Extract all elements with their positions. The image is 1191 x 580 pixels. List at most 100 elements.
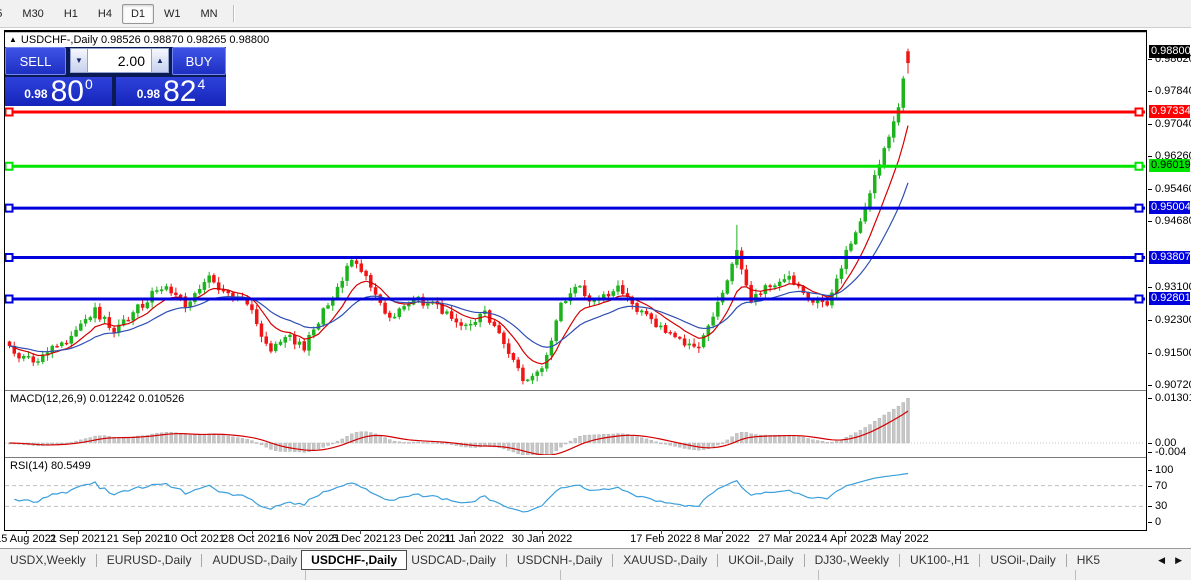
date-label: 14 Apr 2022	[815, 533, 874, 545]
date-label: 2 Sep 2021	[50, 533, 106, 545]
axis-tick	[1148, 91, 1152, 92]
axis-tick	[1148, 470, 1152, 471]
price-axis-label-0.90720: 0.90720	[1155, 379, 1191, 392]
chart-tab-hk5[interactable]: HK5	[1077, 553, 1100, 567]
axis-tick	[1148, 59, 1152, 60]
chart-tab-bar: USDX,Weekly EURUSD-,Daily AUDUSD-,Daily USD…	[0, 548, 1191, 580]
tab-separator	[201, 554, 202, 567]
hline-price-box-0.95004: 0.95004	[1149, 201, 1190, 214]
bid-price-display[interactable]: 0.98800	[5, 77, 112, 106]
tab-scroll-left-icon[interactable]: ◀	[1158, 555, 1165, 565]
timeframe-button-d1[interactable]: D1	[122, 4, 154, 24]
price-axis[interactable]: 0.986200.978400.970400.962600.954600.946…	[1148, 30, 1191, 531]
tab-separator	[1066, 554, 1067, 567]
rsi-axis-label-100: 100	[1155, 464, 1173, 477]
axis-tick	[1148, 385, 1152, 386]
timeframe-button-h1[interactable]: H1	[54, 4, 88, 24]
price-axis-label-0.91500: 0.91500	[1155, 347, 1191, 360]
date-label: 23 Dec 2021	[389, 533, 451, 545]
hline-price-box-0.93807: 0.93807	[1149, 251, 1190, 264]
date-label: 10 Oct 2021	[165, 533, 225, 545]
chart-tab-usoil-daily[interactable]: USOil-,Daily	[990, 553, 1055, 567]
bid-base: 0.98	[24, 87, 47, 101]
axis-tick	[1148, 124, 1152, 125]
axis-tick	[1148, 156, 1152, 157]
date-label: 5 Dec 2021	[332, 533, 388, 545]
date-label: 3 May 2022	[871, 533, 928, 545]
buy-button[interactable]: BUY	[172, 47, 226, 75]
price-axis-label-0.97840: 0.97840	[1155, 85, 1191, 98]
macd-axis-label-0.013015: 0.013015	[1155, 392, 1191, 405]
timeframe-button-w1[interactable]: W1	[154, 4, 191, 24]
one-click-trading-panel: SELL ▼ ▲ BUY 0.98800 0.98824	[5, 47, 226, 106]
chart-tab-usdcad-daily[interactable]: USDCAD-,Daily	[411, 553, 496, 567]
tab-scroll-buttons: ◀▶	[1147, 553, 1189, 568]
bid-pips: 80	[51, 79, 84, 105]
axis-tick	[1148, 443, 1152, 444]
tab-separator	[96, 554, 97, 567]
chart-tab-ukoil-daily[interactable]: UKOil-,Daily	[728, 553, 793, 567]
axis-tick	[1148, 398, 1152, 399]
timeframe-button-h4[interactable]: H4	[88, 4, 122, 24]
rsi-axis-label-30: 30	[1155, 500, 1167, 513]
collapse-panel-icon[interactable]: ▲	[9, 35, 17, 44]
ask-price-display[interactable]: 0.98824	[116, 77, 226, 106]
rsi-axis-label-70: 70	[1155, 480, 1167, 493]
rsi-indicator-label: RSI(14) 80.5499	[10, 460, 91, 472]
tab-separator	[612, 554, 613, 567]
chart-tab-usdx-weekly[interactable]: USDX,Weekly	[10, 553, 86, 567]
chart-title: ▲ USDCHF-,Daily 0.98526 0.98870 0.98265 0…	[9, 34, 269, 46]
axis-tick	[1148, 189, 1152, 190]
timeframe-toolbar: M15M30H1H4D1W1MN	[0, 0, 1191, 28]
hline-price-box-0.97334: 0.97334	[1149, 105, 1190, 118]
volume-increase-button[interactable]: ▲	[151, 48, 169, 73]
tab-scroll-right-icon[interactable]: ▶	[1175, 555, 1182, 565]
toolbar-separator	[233, 5, 235, 22]
price-axis-label-0.92300: 0.92300	[1155, 314, 1191, 327]
hline-price-box-0.92801: 0.92801	[1149, 292, 1190, 305]
macd-axis-label--0.004: -0.004	[1155, 446, 1186, 459]
chart-tab-uk100-h1[interactable]: UK100-,H1	[910, 553, 969, 567]
chart-tab-xauusd-daily[interactable]: XAUUSD-,Daily	[623, 553, 707, 567]
date-label: 15 Aug 2021	[0, 533, 57, 545]
date-label: 16 Nov 2021	[278, 533, 340, 545]
axis-tick	[1148, 221, 1152, 222]
date-label: 27 Mar 2022	[758, 533, 820, 545]
axis-tick	[1148, 506, 1152, 507]
chart-tab-usdchf-daily[interactable]: USDCHF-,Daily	[301, 550, 407, 570]
tab-separator	[899, 554, 900, 567]
ask-base: 0.98	[137, 87, 160, 101]
chart-tab-eurusd-daily[interactable]: EURUSD-,Daily	[107, 553, 192, 567]
date-label: 8 Mar 2022	[694, 533, 750, 545]
axis-tick	[1148, 486, 1152, 487]
timeframe-button-m30[interactable]: M30	[12, 4, 53, 24]
tab-separator	[506, 554, 507, 567]
axis-tick	[1148, 320, 1152, 321]
chart-tab-row: USDX,Weekly EURUSD-,Daily AUDUSD-,Daily USD…	[0, 549, 1191, 571]
tab-separator	[804, 554, 805, 567]
price-axis-label-0.97040: 0.97040	[1155, 118, 1191, 131]
volume-decrease-button[interactable]: ▼	[70, 48, 88, 73]
symbol-ohlc-text: USDCHF-,Daily 0.98526 0.98870 0.98265 0.…	[21, 34, 269, 46]
axis-tick	[1148, 522, 1152, 523]
timeframe-button-mn[interactable]: MN	[191, 4, 228, 24]
date-label: 17 Feb 2022	[630, 533, 692, 545]
axis-tick	[1148, 452, 1152, 453]
date-label: 28 Oct 2021	[222, 533, 282, 545]
tab-separator	[717, 554, 718, 567]
price-axis-label-0.95460: 0.95460	[1155, 183, 1191, 196]
date-label: 30 Jan 2022	[512, 533, 573, 545]
chart-tab-usdcnh-daily[interactable]: USDCNH-,Daily	[517, 553, 602, 567]
timeframe-button-m15[interactable]: M15	[0, 4, 12, 24]
price-axis-label-0.94680: 0.94680	[1155, 215, 1191, 228]
sell-button[interactable]: SELL	[5, 47, 66, 75]
chart-tab-dj30-weekly[interactable]: DJ30-,Weekly	[815, 553, 889, 567]
tab-separator	[979, 554, 980, 567]
volume-input[interactable]	[88, 48, 151, 73]
time-axis[interactable]: 15 Aug 20212 Sep 202121 Sep 202110 Oct 2…	[4, 531, 1147, 547]
ask-fraction: 4	[197, 76, 205, 92]
date-label: 11 Jan 2022	[444, 533, 504, 545]
date-label: 21 Sep 2021	[107, 533, 169, 545]
chart-tab-audusd-daily[interactable]: AUDUSD-,Daily	[212, 553, 297, 567]
hline-price-box-0.96019: 0.96019	[1149, 159, 1190, 172]
